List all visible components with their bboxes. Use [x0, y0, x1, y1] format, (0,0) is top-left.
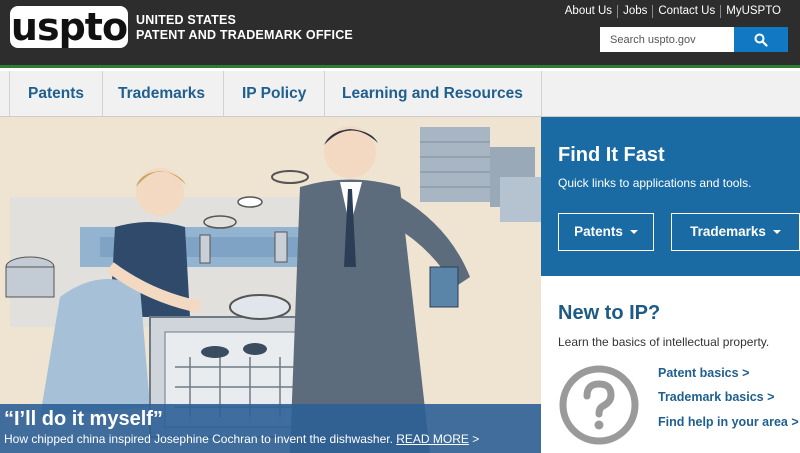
- new-to-ip-panel: New to IP? Learn the basics of intellect…: [541, 276, 800, 453]
- org-name[interactable]: UNITED STATES PATENT AND TRADEMARK OFFIC…: [136, 13, 353, 43]
- nav-learning-resources[interactable]: Learning and Resources: [324, 71, 542, 117]
- find-it-fast-subtitle: Quick links to applications and tools.: [558, 176, 752, 190]
- read-more-link[interactable]: READ MORE: [396, 432, 469, 446]
- hero-subtitle: How chipped china inspired Josephine Coc…: [4, 431, 541, 447]
- nav-ip-policy[interactable]: IP Policy: [224, 71, 326, 117]
- search-icon: [754, 33, 768, 47]
- patents-dropdown-button[interactable]: Patents: [558, 213, 654, 251]
- new-to-ip-title: New to IP?: [558, 302, 661, 324]
- org-name-line1: UNITED STATES: [136, 13, 237, 27]
- org-name-line2: PATENT AND TRADEMARK OFFICE: [136, 28, 353, 42]
- site-header: uspto UNITED STATES PATENT AND TRADEMARK…: [0, 0, 800, 68]
- patents-dropdown-label: Patents: [574, 224, 623, 239]
- hero-subtitle-text: How chipped china inspired Josephine Coc…: [4, 432, 393, 446]
- trademarks-dropdown-button[interactable]: Trademarks: [671, 213, 800, 251]
- hero-caption[interactable]: “I’ll do it myself” How chipped china in…: [0, 404, 541, 453]
- logo-text: uspto: [10, 5, 128, 49]
- search-bar: [600, 27, 788, 52]
- nav-patents[interactable]: Patents: [9, 71, 103, 117]
- trademark-basics-link[interactable]: Trademark basics >: [658, 390, 774, 404]
- hero-illustration: [0, 117, 541, 453]
- uspto-logo[interactable]: uspto: [10, 6, 128, 48]
- myuspto-link[interactable]: MyUSPTO: [720, 5, 786, 18]
- find-help-link[interactable]: Find help in your area >: [658, 415, 799, 429]
- contact-us-link[interactable]: Contact Us: [652, 5, 720, 18]
- utility-links: About Us Jobs Contact Us MyUSPTO: [560, 5, 786, 18]
- nav-trademarks[interactable]: Trademarks: [100, 71, 225, 117]
- patent-basics-link[interactable]: Patent basics >: [658, 366, 749, 380]
- find-it-fast-title: Find It Fast: [558, 144, 665, 166]
- search-input[interactable]: [600, 27, 734, 52]
- hero-title: “I’ll do it myself”: [4, 408, 163, 430]
- about-us-link[interactable]: About Us: [560, 5, 617, 18]
- hero-banner[interactable]: “I’ll do it myself” How chipped china in…: [0, 117, 541, 453]
- new-to-ip-subtitle: Learn the basics of intellectual propert…: [558, 335, 770, 349]
- question-icon: [559, 365, 639, 445]
- search-button[interactable]: [734, 27, 788, 52]
- main-nav: Patents Trademarks IP Policy Learning an…: [0, 71, 800, 117]
- caret-down-icon: [629, 230, 638, 235]
- read-more-arrow: >: [472, 432, 480, 446]
- jobs-link[interactable]: Jobs: [617, 5, 652, 18]
- trademarks-dropdown-label: Trademarks: [690, 224, 766, 239]
- caret-down-icon: [772, 230, 781, 235]
- find-it-fast-panel: Find It Fast Quick links to applications…: [541, 117, 800, 276]
